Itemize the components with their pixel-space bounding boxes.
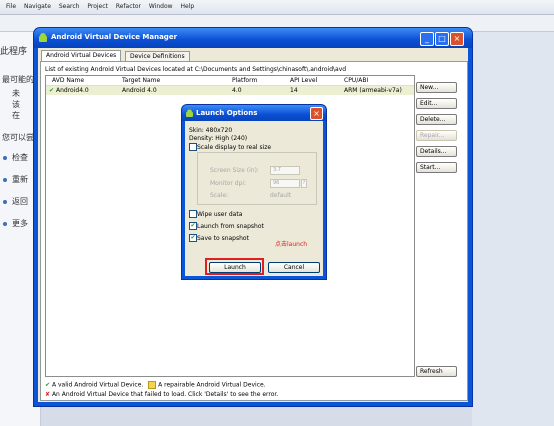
legend-failed: An Android Virtual Device that failed to… <box>51 391 279 398</box>
density-label: Density: High (240) <box>189 135 248 142</box>
bullet-icon <box>3 156 7 160</box>
launch-options-dialog: Launch Options × Skin: 480x720 Density: … <box>182 105 326 279</box>
launch-from-snapshot-label: Launch from snapshot <box>197 223 264 230</box>
details-button[interactable]: Details... <box>416 146 457 157</box>
column-header[interactable]: API Level <box>290 77 317 84</box>
monitor-dpi-label: Monitor dpi: <box>210 180 247 187</box>
left-link[interactable]: 返回 <box>12 196 28 207</box>
cancel-button[interactable]: Cancel <box>268 262 320 273</box>
android-icon <box>186 109 193 117</box>
bullet-icon <box>3 222 7 226</box>
annotation-text: 点击launch <box>275 241 308 248</box>
target-cell: Android 4.0 <box>122 87 157 94</box>
wipe-user-data-label: Wipe user data <box>197 211 243 218</box>
table-row[interactable]: ✔ Android4.0 Android 4.0 4.0 14 ARM (arm… <box>46 86 414 95</box>
menu-refactor[interactable]: Refactor <box>116 0 141 14</box>
wipe-user-data-checkbox[interactable] <box>189 210 197 218</box>
column-header[interactable]: AVD Name <box>52 77 84 84</box>
scale-value: default <box>270 192 292 199</box>
save-to-snapshot-label: Save to snapshot <box>197 235 249 242</box>
eclipse-right-panel <box>472 32 554 426</box>
menu-help[interactable]: Help <box>181 0 195 14</box>
screen-size-input[interactable]: 3.7 <box>270 166 300 175</box>
android-icon <box>39 33 47 42</box>
start-button[interactable]: Start... <box>416 162 457 173</box>
scale-display-label: Scale display to real size <box>197 144 272 151</box>
skin-label: Skin: 480x720 <box>189 127 233 134</box>
launch-button[interactable]: Launch <box>209 262 261 273</box>
valid-check-icon: ✔ <box>45 381 51 389</box>
minimize-icon[interactable]: _ <box>420 32 434 46</box>
menu-project[interactable]: Project <box>87 0 108 14</box>
legend: ✔ A valid Android Virtual Device. A repa… <box>45 381 415 399</box>
scale-group: Screen Size (in): 3.7 Monitor dpi: 96 ? … <box>197 152 317 205</box>
avd-list-caption: List of existing Android Virtual Devices… <box>45 66 347 73</box>
repair-button[interactable]: Repair... <box>416 130 457 141</box>
menu-search[interactable]: Search <box>59 0 80 14</box>
screen-size-label: Screen Size (in): <box>210 167 259 174</box>
legend-valid: A valid Android Virtual Device. <box>51 381 144 389</box>
save-to-snapshot-checkbox[interactable]: ✔ <box>189 234 197 242</box>
scale-label: Scale: <box>210 192 229 199</box>
valid-check-icon: ✔ <box>49 87 55 94</box>
cpu-abi-cell: ARM (armeabi-v7a) <box>344 87 402 94</box>
error-x-icon: ✘ <box>45 391 51 398</box>
delete-button[interactable]: Delete... <box>416 114 457 125</box>
edit-button[interactable]: Edit... <box>416 98 457 109</box>
legend-repairable: A repairable Android Virtual Device. <box>158 381 266 389</box>
launch-dialog-body: Skin: 480x720 Density: High (240) Scale … <box>185 121 323 276</box>
menu-window[interactable]: Window <box>149 0 173 14</box>
left-link[interactable]: 重新 <box>12 174 28 185</box>
new-button[interactable]: New... <box>416 82 457 93</box>
table-header: AVD Name Target Name Platform API Level … <box>46 76 414 86</box>
help-icon[interactable]: ? <box>301 179 307 188</box>
bullet-icon <box>3 200 7 204</box>
column-header[interactable]: CPU/ABI <box>344 77 368 84</box>
column-header[interactable]: Platform <box>232 77 257 84</box>
left-link[interactable]: 更多 <box>12 218 28 229</box>
left-link[interactable]: 检查 <box>12 152 28 163</box>
maximize-icon[interactable]: □ <box>435 32 449 46</box>
menu-file[interactable]: File <box>6 0 16 14</box>
left-text: 未 <box>12 89 20 98</box>
avd-name-cell: Android4.0 <box>56 87 89 94</box>
column-header[interactable]: Target Name <box>122 77 160 84</box>
launch-from-snapshot-checkbox[interactable]: ✔ <box>189 222 197 230</box>
bullet-icon <box>3 178 7 182</box>
left-text: 该 <box>12 100 20 109</box>
refresh-button[interactable]: Refresh <box>416 366 457 377</box>
api-level-cell: 14 <box>290 87 298 94</box>
eclipse-menubar: File Navigate Search Project Refactor Wi… <box>0 0 554 15</box>
avd-window-title: Android Virtual Device Manager <box>51 33 178 41</box>
menu-navigate[interactable]: Navigate <box>24 0 51 14</box>
avd-titlebar[interactable]: Android Virtual Device Manager _ □ × <box>34 28 472 48</box>
left-text: 在 <box>12 111 20 120</box>
monitor-dpi-input[interactable]: 96 <box>270 179 300 188</box>
repairable-icon <box>148 381 157 389</box>
launch-dialog-title: Launch Options <box>196 109 258 117</box>
close-icon[interactable]: × <box>450 32 464 46</box>
platform-cell: 4.0 <box>232 87 242 94</box>
left-heading: 此程序 <box>0 47 28 57</box>
scale-display-checkbox[interactable] <box>189 143 197 151</box>
launch-titlebar[interactable]: Launch Options × <box>182 105 326 121</box>
close-icon[interactable]: × <box>310 107 323 120</box>
